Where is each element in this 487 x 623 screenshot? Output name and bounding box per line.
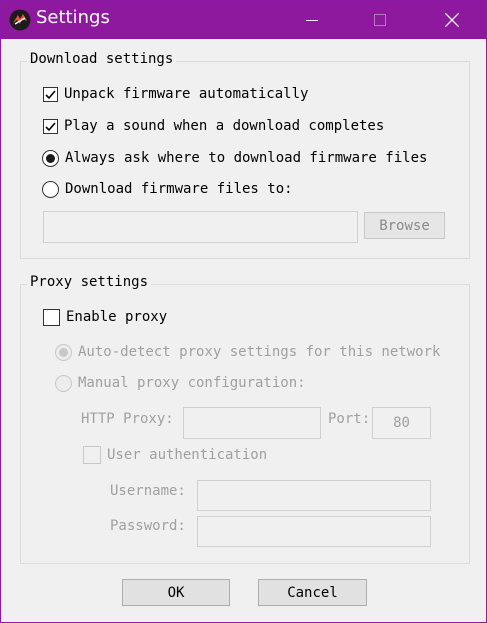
- cancel-button[interactable]: Cancel: [258, 579, 367, 606]
- minimize-button[interactable]: [289, 1, 335, 39]
- download-settings-title: Download settings: [27, 51, 177, 67]
- settings-window: Settings Download settings Unpack firmwa…: [0, 0, 487, 623]
- enable-proxy-checkbox[interactable]: [43, 308, 60, 326]
- check-icon: [45, 121, 56, 131]
- always-ask-radio[interactable]: [42, 149, 59, 167]
- manual-proxy-option: Manual proxy configuration:: [55, 373, 306, 393]
- maximize-icon: [374, 14, 386, 26]
- app-logo-icon: [9, 9, 31, 31]
- manual-proxy-radio: [55, 374, 72, 392]
- always-ask-label: Always ask where to download firmware fi…: [65, 150, 428, 166]
- download-path-field: [43, 211, 358, 243]
- download-to-radio[interactable]: [42, 180, 59, 198]
- window-title: Settings: [36, 7, 110, 28]
- http-proxy-field: [183, 407, 321, 439]
- close-icon: [445, 13, 459, 27]
- username-label: Username:: [110, 483, 186, 499]
- always-ask-option[interactable]: Always ask where to download firmware fi…: [42, 148, 427, 168]
- manual-proxy-label: Manual proxy configuration:: [78, 375, 306, 391]
- maximize-button: [357, 1, 403, 39]
- unpack-option[interactable]: Unpack firmware automatically: [43, 84, 308, 104]
- browse-button: Browse: [364, 212, 445, 239]
- title-bar[interactable]: Settings: [1, 1, 486, 39]
- user-auth-checkbox: [83, 446, 101, 464]
- download-to-option[interactable]: Download firmware files to:: [42, 179, 293, 199]
- http-proxy-label: HTTP Proxy:: [81, 411, 174, 427]
- username-field: [197, 480, 431, 511]
- port-field: 80: [372, 407, 431, 439]
- auto-detect-option: Auto-detect proxy settings for this netw…: [55, 342, 440, 362]
- close-button[interactable]: [429, 1, 475, 39]
- user-auth-label: User authentication: [107, 447, 268, 463]
- sound-checkbox[interactable]: [43, 118, 58, 134]
- port-label: Port:: [328, 411, 371, 427]
- download-to-label: Download firmware files to:: [65, 181, 293, 197]
- check-icon: [45, 89, 56, 99]
- minimize-icon: [306, 20, 318, 21]
- ok-button[interactable]: OK: [122, 579, 230, 606]
- sound-option[interactable]: Play a sound when a download completes: [43, 116, 384, 136]
- auto-detect-radio: [55, 343, 72, 361]
- sound-label: Play a sound when a download completes: [64, 118, 385, 134]
- auto-detect-label: Auto-detect proxy settings for this netw…: [78, 344, 441, 360]
- unpack-checkbox[interactable]: [43, 86, 58, 102]
- proxy-settings-title: Proxy settings: [27, 274, 152, 290]
- user-auth-option: User authentication: [83, 445, 267, 465]
- enable-proxy-label: Enable proxy: [66, 309, 168, 325]
- enable-proxy-option[interactable]: Enable proxy: [43, 307, 167, 327]
- unpack-label: Unpack firmware automatically: [64, 86, 309, 102]
- password-label: Password:: [110, 518, 186, 534]
- password-field: [197, 516, 431, 547]
